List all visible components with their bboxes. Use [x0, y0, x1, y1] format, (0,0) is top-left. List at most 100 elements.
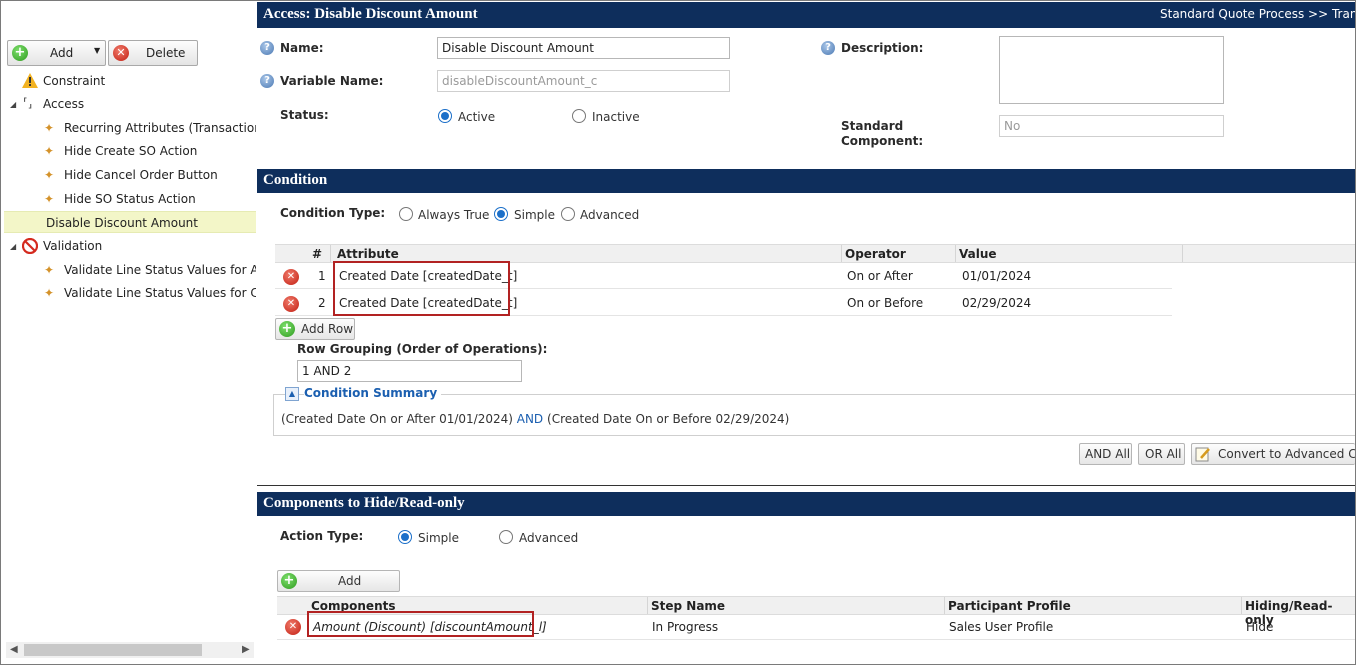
operator-cell[interactable]: On or After	[847, 269, 913, 283]
delete-row-icon[interactable]: ✕	[283, 269, 299, 285]
description-label: Description:	[841, 41, 924, 55]
tree-label: Hide Create SO Action	[64, 144, 198, 158]
app-frame: + Add ▼ ✕ Delete Constraint ◢ ⸢⸥ Access …	[0, 0, 1356, 665]
tree-label: Validate Line Status Values for Canc	[64, 286, 256, 300]
delete-row-icon[interactable]: ✕	[285, 619, 301, 635]
section-title: Components to Hide/Read-only	[263, 495, 465, 511]
delete-icon: ✕	[113, 45, 129, 61]
no-entry-icon	[22, 238, 38, 254]
step-name-cell[interactable]: In Progress	[652, 620, 718, 634]
summary-part: (Created Date On or Before 02/29/2024)	[547, 412, 790, 426]
delete-button-label: Delete	[146, 46, 186, 60]
tree-label: Constraint	[43, 74, 106, 88]
left-panel: + Add ▼ ✕ Delete Constraint ◢ ⸢⸥ Access …	[2, 2, 257, 664]
column-header: Attribute	[337, 247, 399, 261]
help-icon[interactable]: ?	[260, 41, 274, 55]
or-all-button[interactable]: OR All	[1138, 443, 1185, 465]
row-number: 1	[318, 269, 326, 283]
convert-to-advanced-button[interactable]: Convert to Advanced Con	[1191, 443, 1355, 465]
column-header: Participant Profile	[948, 599, 1071, 613]
column-header: Step Name	[651, 599, 726, 613]
action-simple-label: Simple	[418, 531, 459, 545]
rule-icon: ✦	[44, 144, 55, 158]
breadcrumb[interactable]: Standard Quote Process >> Transac	[1160, 7, 1355, 21]
add-button-label: Add	[50, 46, 74, 60]
add-row-button[interactable]: + Add Row	[275, 318, 355, 340]
row-number: 2	[318, 296, 326, 310]
scroll-left-icon[interactable]: ◀	[10, 642, 18, 658]
dropdown-arrow-icon[interactable]: ▼	[94, 46, 100, 55]
access-icon: ⸢⸥	[23, 96, 33, 110]
tree-item-access-rule[interactable]: ✦ Hide Create SO Action	[44, 140, 256, 162]
tree-label: Hide SO Status Action	[64, 192, 196, 206]
row-grouping-input[interactable]: 1 AND 2	[297, 360, 522, 382]
column-header: #	[312, 247, 323, 261]
hiding-cell[interactable]: Hide	[1246, 620, 1273, 634]
delete-row-icon[interactable]: ✕	[283, 296, 299, 312]
tree-item-constraint[interactable]: Constraint	[22, 70, 252, 92]
summary-operator: AND	[516, 412, 544, 426]
components-section-header: Components to Hide/Read-only	[257, 492, 1355, 516]
plus-icon: +	[279, 321, 295, 337]
highlight-box	[333, 261, 510, 316]
collapse-arrow-icon[interactable]: ◢	[10, 242, 16, 251]
action-advanced-radio[interactable]	[499, 530, 513, 544]
tree-label: Validation	[43, 239, 103, 253]
tree-item-validation-rule[interactable]: ✦ Validate Line Status Values for Canc	[44, 282, 256, 304]
action-advanced-label: Advanced	[519, 531, 579, 545]
operator-cell[interactable]: On or Before	[847, 296, 923, 310]
add-component-button[interactable]: + Add	[277, 570, 400, 592]
participant-profile-cell[interactable]: Sales User Profile	[949, 620, 1053, 634]
standard-component-label: Component:	[841, 134, 924, 148]
delete-button[interactable]: ✕ Delete	[108, 40, 198, 66]
action-simple-radio[interactable]	[398, 530, 412, 544]
condition-always-true-radio[interactable]	[399, 207, 413, 221]
condition-type-option: Simple	[514, 208, 555, 222]
tree-item-validation[interactable]: Validation	[22, 235, 252, 257]
convert-label: Convert to Advanced Con	[1218, 447, 1355, 461]
add-component-label: Add	[338, 574, 362, 588]
scroll-right-icon[interactable]: ▶	[242, 642, 250, 658]
value-cell[interactable]: 02/29/2024	[962, 296, 1031, 310]
condition-summary-title[interactable]: Condition Summary	[304, 386, 442, 400]
variable-name-input: disableDiscountAmount_c	[437, 70, 730, 92]
row-grouping-label: Row Grouping (Order of Operations):	[297, 342, 548, 356]
condition-summary-text: (Created Date On or After 01/01/2024) AN…	[281, 412, 789, 426]
standard-component-input: No	[999, 115, 1224, 137]
scrollbar-thumb[interactable]	[24, 644, 202, 656]
tree-item-access-rule[interactable]: ✦ Recurring Attributes (Transaction)	[44, 117, 256, 139]
condition-type-option: Always True	[418, 208, 490, 222]
status-active-radio[interactable]	[438, 109, 452, 123]
tree-item-access-rule[interactable]: ✦ Hide Cancel Order Button	[44, 164, 256, 186]
and-all-button[interactable]: AND All	[1079, 443, 1132, 465]
tree-item-validation-rule[interactable]: ✦ Validate Line Status Values for Asse	[44, 259, 256, 281]
help-icon[interactable]: ?	[260, 74, 274, 88]
condition-advanced-radio[interactable]	[561, 207, 575, 221]
collapse-up-icon[interactable]: ▲	[285, 387, 299, 401]
tree-item-access[interactable]: ⸢⸥ Access	[22, 93, 252, 115]
add-button[interactable]: + Add ▼	[7, 40, 106, 66]
column-header: Value	[959, 247, 997, 261]
section-title: Condition	[263, 172, 328, 188]
main-panel: Access: Disable Discount Amount Standard…	[257, 2, 1355, 664]
collapse-arrow-icon[interactable]: ◢	[10, 100, 16, 109]
condition-section-header: Condition	[257, 169, 1355, 193]
tree-item-access-rule[interactable]: ✦ Hide SO Status Action	[44, 188, 256, 210]
help-icon[interactable]: ?	[821, 41, 835, 55]
tree-item-selected[interactable]: Disable Discount Amount	[4, 211, 256, 233]
condition-simple-radio[interactable]	[494, 207, 508, 221]
description-textarea[interactable]	[999, 36, 1224, 104]
plus-icon: +	[281, 573, 297, 589]
page-header: Access: Disable Discount Amount Standard…	[257, 2, 1355, 28]
value-cell[interactable]: 01/01/2024	[962, 269, 1031, 283]
status-active-label: Active	[458, 110, 496, 124]
status-label: Status:	[280, 108, 329, 122]
name-input[interactable]: Disable Discount Amount	[437, 37, 730, 59]
variable-name-label: Variable Name:	[280, 74, 384, 88]
horizontal-scrollbar[interactable]: ◀ ▶	[6, 642, 254, 658]
rule-icon: ✦	[44, 121, 55, 135]
status-inactive-radio[interactable]	[572, 109, 586, 123]
name-label: Name:	[280, 41, 324, 55]
plus-icon: +	[12, 45, 28, 61]
condition-type-option: Advanced	[580, 208, 640, 222]
